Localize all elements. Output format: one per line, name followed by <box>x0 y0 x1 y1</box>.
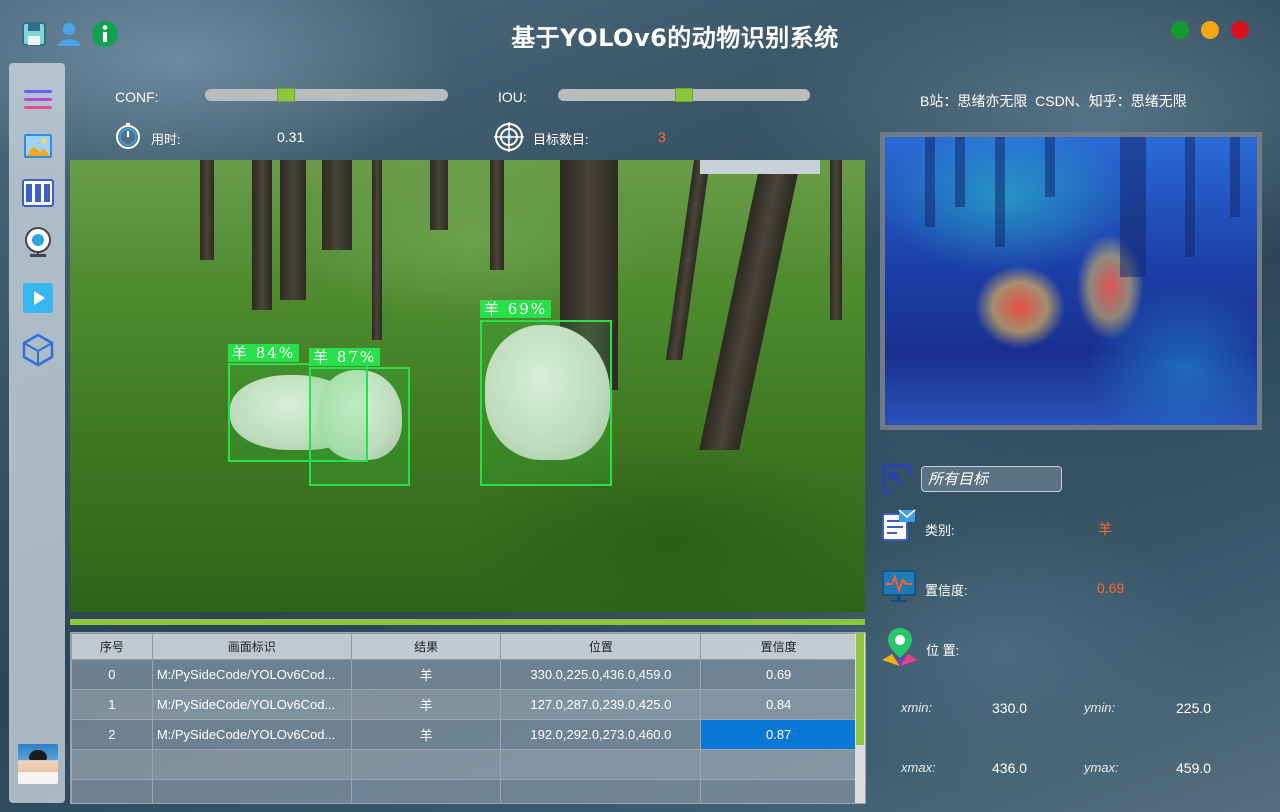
conf-label: CONF: <box>115 89 159 105</box>
column-header-index[interactable]: 序号 <box>71 633 153 660</box>
class-label: 类别: <box>925 523 955 538</box>
count-value: 3 <box>658 129 666 145</box>
ymax-label: ymax: <box>1084 760 1119 775</box>
iou-slider-handle[interactable] <box>675 88 693 102</box>
location-icon <box>880 626 920 668</box>
target-icon <box>494 122 524 152</box>
ymin-value: 225.0 <box>1176 700 1212 716</box>
column-header-source[interactable]: 画面标识 <box>151 633 352 660</box>
ymax-value: 459.0 <box>1176 760 1212 776</box>
xmax-value: 436.0 <box>992 760 1028 776</box>
confidence-value: 0.69 <box>1097 580 1125 596</box>
table-scrollbar-thumb[interactable] <box>856 633 864 745</box>
results-table[interactable]: 序号 画面标识 结果 位置 置信度 0 M:/PySideCode/YOLOv6… <box>70 632 866 804</box>
avatar[interactable] <box>18 744 58 784</box>
heatmap-image <box>880 132 1262 430</box>
user-icon[interactable] <box>55 20 83 48</box>
ymin-label: ymin: <box>1084 700 1116 715</box>
count-label: 目标数目: <box>533 132 589 147</box>
close-button[interactable] <box>1231 21 1249 39</box>
info-icon[interactable] <box>91 20 119 48</box>
table-row[interactable]: 1 M:/PySideCode/YOLOv6Cod... 羊 127.0,287… <box>71 689 857 720</box>
conf-slider-handle[interactable] <box>277 88 295 102</box>
detection-label: 羊 87% <box>309 348 381 366</box>
model-icon[interactable] <box>21 333 55 367</box>
detection-box <box>480 320 612 486</box>
detection-label: 羊 84% <box>228 344 300 362</box>
confidence-label: 置信度: <box>925 583 968 598</box>
progress-bar <box>70 619 865 625</box>
table-row[interactable]: 0 M:/PySideCode/YOLOv6Cod... 羊 330.0,225… <box>71 659 857 690</box>
attribution-text: B站：思绪亦无限 CSDN、知乎：思绪无限 <box>920 93 1187 109</box>
column-header-result[interactable]: 结果 <box>350 633 502 660</box>
maximize-button[interactable] <box>1171 21 1189 39</box>
select-target-icon <box>881 463 913 495</box>
column-header-confidence[interactable]: 置信度 <box>700 633 857 660</box>
xmin-value: 330.0 <box>992 700 1028 716</box>
save-icon[interactable] <box>20 20 48 48</box>
menu-icon[interactable] <box>21 83 55 117</box>
table-row[interactable]: 2 M:/PySideCode/YOLOv6Cod... 羊 192.0,292… <box>71 719 857 750</box>
camera-icon[interactable] <box>21 226 55 260</box>
table-row[interactable] <box>71 749 857 780</box>
sidebar <box>9 63 65 803</box>
target-select[interactable]: 所有目标 <box>921 466 1062 492</box>
detection-image: 羊 84% 羊 87% 羊 69% <box>70 160 865 612</box>
position-label: 位 置: <box>926 643 960 658</box>
video-icon[interactable] <box>21 281 55 315</box>
app-title: 基于YOLOv6的动物识别系统 <box>511 24 839 52</box>
confidence-icon <box>881 568 917 604</box>
time-value: 0.31 <box>277 129 305 145</box>
selected-cell[interactable]: 0.87 <box>700 719 857 750</box>
minimize-button[interactable] <box>1201 21 1219 39</box>
detection-label: 羊 69% <box>480 300 552 318</box>
image-icon[interactable] <box>21 129 55 163</box>
class-icon <box>881 508 917 544</box>
table-scrollbar[interactable] <box>855 633 865 803</box>
stopwatch-icon <box>114 122 142 150</box>
detection-box <box>309 367 410 486</box>
folder-batch-icon[interactable] <box>21 176 55 210</box>
conf-slider[interactable] <box>205 88 448 102</box>
table-row[interactable] <box>71 779 857 803</box>
column-header-position[interactable]: 位置 <box>500 633 702 660</box>
time-label: 用时: <box>151 132 181 147</box>
iou-label: IOU: <box>498 89 527 105</box>
class-value: 羊 <box>1098 521 1112 537</box>
iou-slider[interactable] <box>558 88 810 102</box>
xmin-label: xmin: <box>901 700 933 715</box>
xmax-label: xmax: <box>901 760 936 775</box>
